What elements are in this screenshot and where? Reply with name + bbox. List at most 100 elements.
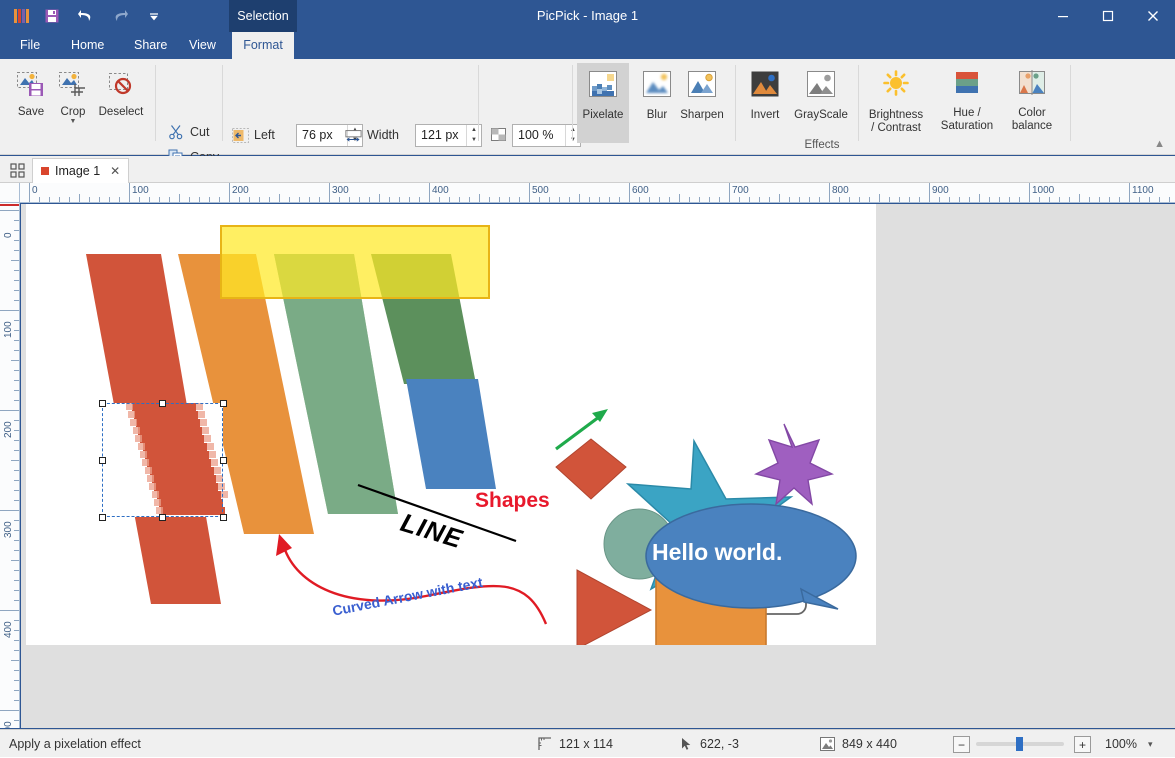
canvas-text-shapes[interactable]: Shapes (475, 489, 550, 513)
picpick-logo-icon (14, 9, 29, 23)
chevron-up-icon[interactable]: ▲ (1154, 138, 1165, 150)
crop-button[interactable]: Crop ▼ (48, 63, 98, 141)
ruler-tick-minor (299, 197, 300, 203)
opacity-icon (490, 128, 507, 143)
ruler-label: 200 (3, 421, 14, 438)
ruler-tick-minor (14, 290, 20, 291)
zoom-slider[interactable] (976, 742, 1064, 746)
ruler-tick-minor (139, 197, 140, 203)
ruler-tick-minor (49, 197, 50, 203)
ruler-label: 700 (732, 185, 749, 196)
menu-item-view[interactable]: View (178, 32, 227, 59)
selection-contextual-tab[interactable]: Selection (229, 0, 297, 32)
menu-item-file[interactable]: File (9, 32, 51, 59)
canvas-text-hello-world[interactable]: Hello world. (652, 539, 782, 566)
ruler-tick-minor (669, 197, 670, 203)
grayscale-button[interactable]: GrayScale (790, 63, 852, 143)
selection-handle-ne[interactable] (220, 400, 227, 407)
selection-marquee[interactable] (102, 403, 223, 517)
width-icon (345, 128, 362, 143)
redo-icon[interactable] (109, 5, 131, 27)
hue-saturation-button[interactable]: Hue / Saturation (935, 63, 999, 143)
vertical-ruler[interactable]: 0100200300400500 (0, 203, 20, 728)
ruler-tick-minor (489, 197, 490, 203)
width-spinner[interactable]: ▲ ▼ (415, 124, 482, 147)
zoom-out-button[interactable]: − (953, 736, 970, 753)
ruler-tick-minor (1039, 197, 1040, 203)
selection-size-icon (538, 737, 552, 751)
ruler-tick-mid (979, 194, 980, 203)
ruler-tick-major (0, 210, 20, 211)
ruler-origin-marker (0, 204, 20, 206)
ruler-tick-minor (609, 197, 610, 203)
selection-handle-n[interactable] (159, 400, 166, 407)
ruler-label: 800 (832, 185, 849, 196)
minimize-button[interactable] (1040, 0, 1085, 32)
selection-handle-e[interactable] (220, 457, 227, 464)
left-input[interactable] (297, 125, 347, 146)
ruler-tick-minor (789, 197, 790, 203)
ruler-tick-minor (419, 197, 420, 203)
ruler-tick-minor (249, 197, 250, 203)
chevron-down-icon[interactable] (143, 5, 165, 27)
sharpen-button[interactable]: Sharpen (676, 63, 728, 143)
cut-button[interactable]: Cut (164, 121, 213, 143)
pixelate-button[interactable]: Pixelate (577, 63, 629, 143)
brightness-icon (879, 69, 913, 104)
ruler-tick-minor (39, 197, 40, 203)
width-input[interactable] (416, 125, 466, 146)
zoom-chevron-down-icon[interactable]: ▾ (1148, 730, 1153, 758)
zoom-level[interactable]: 100% (1105, 730, 1137, 758)
brightness-contrast-button[interactable]: Brightness / Contrast (862, 63, 930, 143)
maximize-button[interactable] (1085, 0, 1130, 32)
menu-item-format[interactable]: Format (232, 32, 294, 59)
zoom-slider-thumb[interactable] (1016, 737, 1023, 751)
chevron-down-icon[interactable]: ▼ (70, 119, 77, 125)
ruler-tick-minor (14, 230, 20, 231)
ruler-label: 1100 (1132, 185, 1154, 196)
ruler-tick-minor (14, 340, 20, 341)
color-balance-button[interactable]: Color balance (1003, 63, 1061, 143)
save-icon[interactable] (41, 5, 63, 27)
invert-button[interactable]: Invert (739, 63, 791, 143)
ruler-label: 100 (132, 185, 149, 196)
menu-item-home[interactable]: Home (60, 32, 115, 59)
horizontal-ruler[interactable]: 010020030040050060070080090010001100 (20, 183, 1175, 203)
ruler-tick-minor (14, 720, 20, 721)
ruler-tick-mid (11, 360, 20, 361)
selection-handle-w[interactable] (99, 457, 106, 464)
zoom-in-button[interactable]: + (1074, 736, 1091, 753)
image-canvas[interactable]: Shapes LINE Curved Arrow with text Hello… (26, 204, 876, 645)
brightness-contrast-label: Brightness / Contrast (869, 109, 923, 134)
menu-item-share[interactable]: Share (123, 32, 178, 59)
selection-handle-sw[interactable] (99, 514, 106, 521)
left-field-label: Left (254, 128, 296, 142)
selection-handle-s[interactable] (159, 514, 166, 521)
status-cursor-position: 622, -3 (681, 730, 739, 758)
deselect-button[interactable]: Deselect (92, 63, 150, 141)
ruler-tick-minor (14, 220, 20, 221)
ruler-tick-minor (14, 590, 20, 591)
document-tab-image-1[interactable]: Image 1 ✕ (32, 158, 129, 183)
ruler-tick-minor (1019, 197, 1020, 203)
canvas-workspace[interactable]: Shapes LINE Curved Arrow with text Hello… (21, 204, 1175, 728)
close-icon[interactable]: ✕ (110, 164, 120, 178)
tab-color-swatch (41, 167, 49, 175)
shape-highlight-rect (221, 226, 489, 298)
ruler-tick-minor (619, 197, 620, 203)
selection-handle-se[interactable] (220, 514, 227, 521)
selection-handle-nw[interactable] (99, 400, 106, 407)
ruler-tick-minor (14, 600, 20, 601)
undo-icon[interactable] (75, 5, 97, 27)
shape-parallelogram-blue (406, 379, 496, 489)
ruler-tick-minor (239, 197, 240, 203)
ruler-tick-minor (89, 197, 90, 203)
opacity-spinner[interactable]: ▲ ▼ (512, 124, 581, 147)
grid-view-icon[interactable] (6, 159, 28, 181)
opacity-input[interactable] (513, 125, 565, 146)
ruler-label: 500 (532, 185, 549, 196)
ruler-tick-minor (14, 420, 20, 421)
crop-button-label: Crop (61, 106, 86, 118)
ruler-tick-minor (959, 197, 960, 203)
close-button[interactable] (1130, 0, 1175, 32)
